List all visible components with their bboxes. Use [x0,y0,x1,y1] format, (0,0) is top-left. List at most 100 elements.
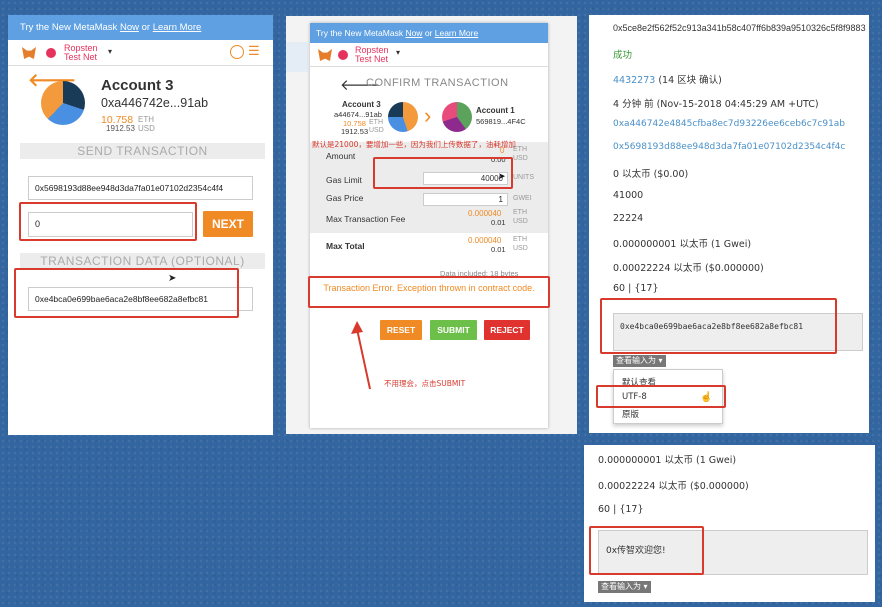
tx-status: 成功 [613,50,633,61]
confirm-transaction-panel: Try the New MetaMask Now or Learn More R… [286,16,577,434]
highlight-data [14,268,239,318]
tx-fee: 0.00022224 以太币 ($0.000000) [613,263,764,274]
tx-gas-price: 0.000000001 以太币 (1 Gwei) [613,239,752,250]
highlight-error [308,276,550,308]
tx-time: 4 分钟 前 (Nov-15-2018 04:45:29 AM +UTC) [613,99,819,110]
view-input-select[interactable]: 查看输入为 ▾ [598,581,651,593]
confirm-title: CONFIRM TRANSACTION [366,77,509,89]
tx-gas-limit: 41000 [613,190,644,201]
next-button[interactable]: NEXT [203,211,253,237]
max-fee-eth: 0.000040 [468,209,502,218]
send-transaction-header: SEND TRANSACTION [20,143,265,159]
now-link[interactable]: Now [120,22,139,33]
metamask-fox-icon [22,47,36,59]
now-link[interactable]: Now [405,28,422,38]
account-identicon [41,81,85,125]
tx-from-link[interactable]: 0xa446742e4845cfba8ec7d93226ee6ceb6c7c91… [613,119,845,129]
etherscan-detail-panel: 0x5ce8e2f562f52c913a341b58c407ff6b839a95… [589,15,869,433]
highlight-utf8-result [589,526,704,575]
learn-more-link[interactable]: Learn More [153,22,202,33]
eth-unit: ETH [138,115,154,124]
arrow-right-icon: › [424,103,432,128]
network-bar: Ropsten Test Net ▾ ☰ [8,40,273,66]
gas-price-unit: GWEI [513,195,532,202]
view-input-select[interactable]: 查看输入为 ▾ [613,355,666,367]
metamask-popup: Try the New MetaMask Now or Learn More R… [308,23,550,428]
gas-price-input[interactable]: 1 [423,193,508,206]
recipient-address-input[interactable]: 0x5698193d88ee948d3da7fa01e07102d2354c4f… [28,176,253,200]
network-bar: Ropsten Test Net ▾ [310,43,548,67]
backdrop-strip [286,42,308,72]
view-input-label: 查看输入为 [601,582,641,591]
chevron-down-icon[interactable]: ▾ [396,48,400,57]
from-usd: 1912.53 [341,127,369,136]
to-account-address: 569819...4F4C [476,117,526,126]
banner-or: or [422,28,435,38]
block-link[interactable]: 4432273 [613,75,655,86]
max-total-eth-unit: ETH [513,236,527,243]
from-account-address: a44674...91ab [334,110,382,119]
highlight-gas-limit [373,157,513,189]
reset-button[interactable]: RESET [380,320,422,340]
highlight-amount [19,202,197,241]
account-address: 0xa446742e...91ab [101,96,209,110]
banner-text: Try the New MetaMask [20,22,120,33]
reject-button[interactable]: REJECT [484,320,530,340]
amount-eth-unit: ETH [513,146,527,153]
gas-price-label: Gas Price [326,193,364,203]
tx-gas-used: 22224 [613,213,644,224]
network-selector[interactable]: Ropsten Test Net [64,44,98,62]
network-selector[interactable]: Ropsten Test Net [355,46,389,64]
from-eth-unit: ETH [369,119,383,126]
max-total-usd-unit: USD [513,245,528,252]
block-confirmations: (14 区块 确认) [655,75,722,86]
account-name: Account 3 [101,77,174,94]
tx-fee: 0.00022224 以太币 ($0.000000) [598,481,749,492]
gas-limit-label: Gas Limit [326,175,362,185]
metamask-fox-icon [318,49,332,61]
send-transaction-panel: Try the New MetaMask Now or Learn More R… [8,15,273,435]
usd-unit: USD [138,124,155,133]
learn-more-link[interactable]: Learn More [435,28,478,38]
hamburger-menu-icon[interactable]: ☰ [248,44,260,58]
max-total-eth: 0.000040 [468,236,502,245]
highlight-utf8 [596,385,726,408]
max-total-usd: 0.01 [491,245,506,254]
tx-nonce: 60 | {17} [613,283,659,294]
amount-label: Amount [326,151,356,161]
highlight-input-data [600,298,837,354]
tx-value: 0 以太币 ($0.00) [613,169,689,180]
max-fee-eth-unit: ETH [513,209,527,216]
etherscan-utf8-panel: 0.000000001 以太币 (1 Gwei) 0.00022224 以太币 … [584,445,875,602]
banner-text: Try the New MetaMask [316,28,406,38]
max-total-label: Max Total [326,241,365,251]
from-account-name: Account 3 [342,100,381,109]
network-dot-icon [46,48,56,58]
to-identicon [442,102,472,132]
red-arrow-icon [351,321,371,390]
tx-nonce: 60 | {17} [598,504,644,515]
gas-limit-unit: UNITS [513,174,534,181]
view-input-label: 查看输入为 [616,356,656,365]
option-original[interactable]: 原版 [622,408,639,420]
from-identicon [388,102,418,132]
amount-eth: 0 [500,146,505,155]
gas-annotation: 默认是21000，要增加一些，因为我们上传数据了，油耗增加 [312,140,516,149]
submit-annotation: 不用理会，点击SUBMIT [384,379,466,388]
new-metamask-banner: Try the New MetaMask Now or Learn More [310,23,548,43]
banner-or: or [138,22,153,33]
max-fee-usd-unit: USD [513,218,528,225]
submit-button[interactable]: SUBMIT [430,320,477,340]
network-dot-icon [338,50,348,60]
usd-balance: 1912.53 [106,124,135,133]
account-switch-icon[interactable] [230,45,244,59]
tx-block-row: 4432273 (14 区块 确认) [613,72,722,86]
new-metamask-banner: Try the New MetaMask Now or Learn More [8,15,273,40]
from-usd-unit: USD [369,127,384,134]
max-fee-usd: 0.01 [491,218,506,227]
tx-to-link[interactable]: 0x5698193d88ee948d3da7fa01e07102d2354c4f… [613,142,845,152]
chevron-down-icon[interactable]: ▾ [108,47,112,56]
to-account-name: Account 1 [476,106,515,115]
max-fee-label: Max Transaction Fee [326,214,406,224]
tx-hash: 0x5ce8e2f562f52c913a341b58c407ff6b839a95… [613,23,866,33]
